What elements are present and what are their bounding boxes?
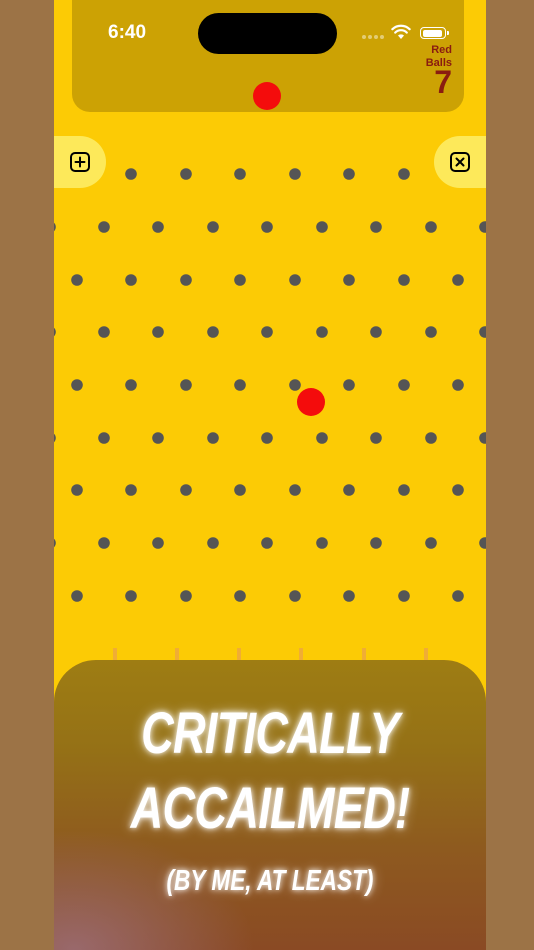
peg xyxy=(452,379,464,391)
cellular-signal-icon xyxy=(362,35,384,39)
status-time: 6:40 xyxy=(108,22,147,43)
plus-square-icon xyxy=(70,152,90,172)
x-square-icon xyxy=(450,152,470,172)
peg xyxy=(289,274,301,286)
peg xyxy=(152,432,164,444)
promo-subline: (By me, at least) xyxy=(166,865,374,897)
counter-label-line1: Red xyxy=(431,44,452,56)
peg xyxy=(98,326,110,338)
peg xyxy=(370,537,382,549)
peg xyxy=(152,326,164,338)
peg xyxy=(180,484,192,496)
peg xyxy=(425,432,437,444)
peg xyxy=(180,274,192,286)
peg xyxy=(152,537,164,549)
peg xyxy=(316,221,328,233)
peg xyxy=(452,484,464,496)
phone-screen: 6:40 Red Balls 7 Critically Accailmed! (… xyxy=(54,0,486,950)
falling-red-ball xyxy=(297,388,325,416)
peg xyxy=(54,433,56,443)
peg xyxy=(479,326,486,338)
peg xyxy=(370,221,382,233)
peg xyxy=(370,326,382,338)
peg xyxy=(479,432,486,444)
peg xyxy=(125,379,137,391)
peg xyxy=(398,590,410,602)
peg xyxy=(398,274,410,286)
peg xyxy=(98,221,110,233)
add-button[interactable] xyxy=(54,136,106,188)
peg xyxy=(207,537,219,549)
peg xyxy=(261,326,273,338)
peg xyxy=(316,537,328,549)
peg xyxy=(261,432,273,444)
peg xyxy=(234,484,246,496)
peg xyxy=(180,168,192,180)
peg xyxy=(261,537,273,549)
promo-banner: Critically Accailmed! (By me, at least) xyxy=(54,660,486,950)
peg xyxy=(98,537,110,549)
peg xyxy=(289,484,301,496)
peg xyxy=(425,537,437,549)
peg xyxy=(71,590,83,602)
peg xyxy=(398,379,410,391)
peg xyxy=(125,484,137,496)
peg xyxy=(343,168,355,180)
peg xyxy=(234,379,246,391)
peg xyxy=(71,274,83,286)
peg xyxy=(207,432,219,444)
peg xyxy=(234,590,246,602)
close-button[interactable] xyxy=(434,136,486,188)
peg xyxy=(289,168,301,180)
peg xyxy=(234,274,246,286)
peg xyxy=(180,590,192,602)
peg xyxy=(125,274,137,286)
peg xyxy=(289,590,301,602)
peg xyxy=(343,379,355,391)
peg xyxy=(54,327,56,337)
peg xyxy=(398,484,410,496)
peg xyxy=(452,274,464,286)
peg xyxy=(125,590,137,602)
peg xyxy=(98,432,110,444)
peg xyxy=(54,222,56,232)
peg xyxy=(343,274,355,286)
peg xyxy=(316,432,328,444)
promo-headline-line1: Critically xyxy=(141,701,400,766)
peg xyxy=(316,326,328,338)
peg xyxy=(343,484,355,496)
peg xyxy=(71,484,83,496)
peg xyxy=(207,221,219,233)
peg xyxy=(370,432,382,444)
peg xyxy=(425,326,437,338)
peg xyxy=(54,538,56,548)
peg xyxy=(452,590,464,602)
battery-icon xyxy=(420,27,449,39)
peg xyxy=(479,537,486,549)
peg xyxy=(180,379,192,391)
wifi-icon xyxy=(391,24,411,39)
peg xyxy=(343,590,355,602)
peg xyxy=(234,168,246,180)
peg xyxy=(125,168,137,180)
promo-headline-line2: Accailmed! xyxy=(130,776,410,841)
peg xyxy=(152,221,164,233)
peg xyxy=(425,221,437,233)
peg xyxy=(261,221,273,233)
red-balls-count: 7 xyxy=(434,64,452,100)
peg xyxy=(207,326,219,338)
peg xyxy=(398,168,410,180)
dynamic-island xyxy=(198,13,337,54)
peg xyxy=(71,379,83,391)
peg xyxy=(479,221,486,233)
peg xyxy=(289,379,301,391)
